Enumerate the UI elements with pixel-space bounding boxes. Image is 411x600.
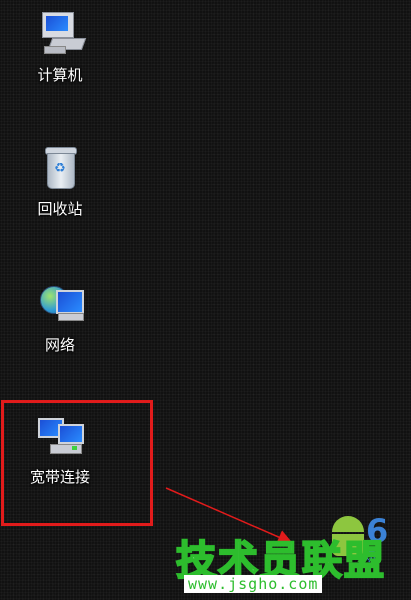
desktop: 计算机 ♻ 回收站 网络 宽带连接 6 网 技术员联盟 www.jsgho.co… — [0, 0, 411, 600]
desktop-icon-label: 计算机 — [37, 66, 83, 84]
network-icon — [36, 280, 84, 328]
desktop-icon-recycle-bin[interactable]: ♻ 回收站 — [20, 144, 100, 219]
watermark-logo: 6 网 技术员联盟 www.jsgho.com — [175, 512, 411, 600]
desktop-icon-computer[interactable]: 计算机 — [20, 10, 100, 85]
highlight-box — [1, 400, 153, 526]
computer-icon — [36, 10, 87, 58]
desktop-icon-network[interactable]: 网络 — [20, 280, 100, 355]
desktop-icon-label: 网络 — [44, 336, 75, 354]
desktop-icon-label: 回收站 — [37, 200, 83, 218]
recycle-bin-icon: ♻ — [36, 144, 84, 192]
watermark-url: www.jsgho.com — [184, 575, 323, 593]
